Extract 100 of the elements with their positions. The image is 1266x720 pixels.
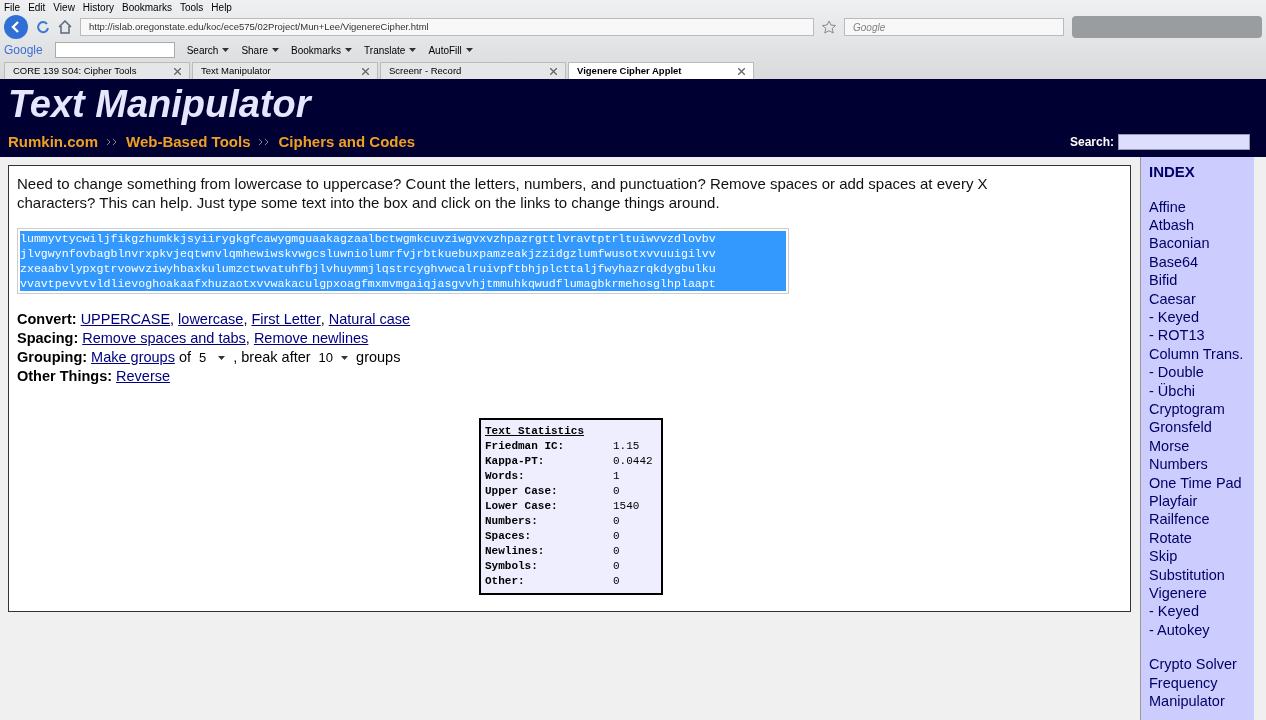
page-link[interactable]: Remove spaces and tabs	[82, 329, 246, 348]
row-label: Other Things:	[17, 367, 113, 386]
index-link[interactable]: Baconian	[1149, 234, 1246, 253]
stat-label: Words:	[485, 469, 526, 484]
index-link[interactable]: - Keyed	[1149, 602, 1246, 621]
toolbar-button[interactable]: Translate	[364, 42, 417, 58]
stat-label: Newlines:	[485, 544, 546, 559]
page-link[interactable]: Make groups	[91, 348, 175, 367]
breadcrumb-link[interactable]: Rumkin.com	[8, 130, 98, 153]
caret-icon	[341, 355, 349, 360]
breadcrumb-link[interactable]: Ciphers and Codes	[278, 130, 416, 153]
stat-label: Upper Case:	[485, 484, 559, 499]
statistics-title: Text Statistics	[485, 424, 586, 439]
stat-value: 0	[613, 559, 620, 574]
menu-item[interactable]: History	[82, 0, 114, 15]
home-icon[interactable]	[58, 20, 72, 34]
index-link[interactable]: Frequency	[1149, 673, 1246, 693]
index-link[interactable]: Railfence	[1149, 510, 1246, 529]
index-link[interactable]: - Übchi	[1149, 381, 1246, 400]
index-link[interactable]: Rotate	[1149, 528, 1246, 548]
stat-label: Friedman IC:	[485, 439, 566, 454]
stat-value: 0	[613, 544, 620, 559]
browser-tab[interactable]: CORE 139 S04: Cipher Tools	[4, 62, 190, 79]
page-link[interactable]: lowercase	[178, 310, 244, 329]
index-link[interactable]: Numbers	[1149, 455, 1246, 474]
row-label: Grouping:	[17, 348, 88, 367]
menu-item[interactable]: View	[53, 0, 75, 15]
of-text: of	[178, 348, 191, 367]
menu-item[interactable]: File	[4, 0, 21, 15]
index-link[interactable]: - Double	[1149, 363, 1246, 382]
index-link[interactable]: Bifid	[1149, 271, 1246, 290]
stat-label: Symbols:	[485, 559, 539, 574]
close-icon[interactable]	[174, 67, 181, 75]
index-link[interactable]: - ROT13	[1149, 326, 1246, 345]
toolbar-button[interactable]: AutoFill	[428, 42, 473, 58]
search-field[interactable]: Google	[844, 18, 1064, 36]
row-label: Convert:	[17, 310, 77, 329]
toolbar-button[interactable]: Search	[186, 42, 230, 58]
chevrons-icon	[106, 137, 118, 146]
page-link[interactable]: Reverse	[116, 367, 171, 386]
index-link[interactable]: Morse	[1149, 436, 1246, 456]
stat-value: 0	[613, 574, 620, 589]
comma: ,	[243, 310, 248, 329]
stat-label: Kappa-PT:	[485, 454, 546, 469]
index-link[interactable]: Substitution	[1149, 565, 1246, 585]
close-icon[interactable]	[550, 67, 557, 75]
toolbar-button[interactable]: Share	[241, 42, 280, 58]
index-link[interactable]: Skip	[1149, 547, 1246, 566]
index-link[interactable]: Playfair	[1149, 492, 1246, 511]
index-link[interactable]: Gronsfeld	[1149, 418, 1246, 437]
browser-tab[interactable]: Text Manipulator	[192, 62, 378, 79]
index-link[interactable]: One Time Pad	[1149, 473, 1246, 492]
index-link[interactable]: Column Trans.	[1149, 344, 1246, 364]
search-label: Search:	[1069, 133, 1114, 151]
group-size-select[interactable]: 5	[195, 348, 230, 367]
stat-label: Lower Case:	[485, 499, 559, 514]
stat-value: 0.0442	[613, 454, 653, 469]
browser-tab[interactable]: Screenr - Record	[380, 62, 566, 79]
chevrons-icon	[258, 137, 271, 146]
menu-item[interactable]: Bookmarks	[122, 0, 172, 15]
star-icon[interactable]	[822, 20, 836, 34]
close-icon[interactable]	[362, 67, 369, 75]
stat-label: Numbers:	[485, 514, 539, 529]
index-link[interactable]: Cryptogram	[1149, 399, 1246, 419]
stat-label: Other:	[485, 574, 526, 589]
index-link[interactable]: Manipulator	[1149, 692, 1246, 711]
stat-value: 1540	[613, 499, 640, 514]
caret-icon	[272, 48, 280, 52]
back-button[interactable]	[4, 15, 28, 39]
caret-icon	[222, 48, 230, 52]
index-link[interactable]: Base64	[1149, 252, 1246, 272]
menu-item[interactable]: Tools	[180, 0, 204, 15]
index-link[interactable]: Atbash	[1149, 215, 1246, 235]
comma: ,	[320, 310, 325, 329]
row-label: Spacing:	[17, 329, 79, 348]
groups-text: groups	[356, 348, 401, 367]
menu-item[interactable]: Help	[211, 0, 232, 15]
toolbar-brand: Google	[4, 42, 43, 59]
toolbar-button[interactable]: Bookmarks	[291, 42, 353, 58]
page-link[interactable]: Remove newlines	[253, 329, 369, 348]
index-link[interactable]: Crypto Solver	[1149, 655, 1246, 674]
site-search-field[interactable]	[1118, 133, 1250, 150]
intro-paragraph: Need to change something from lowercase to uppercase? Count the letters, numbers, and punctuation? Remove spaces or add spaces at every X characters? This can help. Just type some text into the box and click on the links to change things around.	[17, 174, 989, 212]
stat-value: 0	[613, 484, 620, 499]
browser-tab[interactable]: Vigenere Cipher Applet	[568, 62, 754, 79]
index-link[interactable]: Affine	[1149, 197, 1246, 216]
breadcrumb-link[interactable]: Web-Based Tools	[126, 130, 251, 153]
menu-item[interactable]: Edit	[28, 0, 46, 15]
break-count-select[interactable]: 10	[314, 348, 353, 367]
page-link[interactable]: Natural case	[328, 310, 411, 329]
address-bar[interactable]: http://islab.oregonstate.edu/koc/ece575/02Project/Mun+Lee/VigenereCipher.html	[80, 18, 814, 36]
reload-icon[interactable]	[36, 20, 50, 34]
index-link[interactable]: Caesar	[1149, 289, 1246, 308]
toolbar-search-field[interactable]	[54, 42, 175, 58]
index-link[interactable]: - Autokey	[1149, 620, 1246, 640]
index-link[interactable]: Vigenere	[1149, 584, 1246, 603]
page-link[interactable]: First Letter	[251, 310, 321, 329]
close-icon[interactable]	[738, 67, 745, 75]
caret-icon	[465, 48, 473, 52]
index-link[interactable]: - Keyed	[1149, 307, 1246, 327]
